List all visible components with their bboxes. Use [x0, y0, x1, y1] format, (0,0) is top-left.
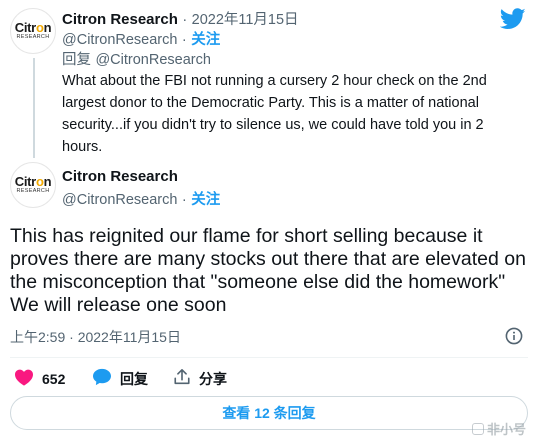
- view-replies-label: 查看 12 条回复: [222, 405, 316, 421]
- reply-tweet-header: Citron Research · 2022年11月15日: [62, 8, 299, 29]
- share-action[interactable]: 分享: [173, 368, 227, 389]
- follow-button[interactable]: 关注: [191, 192, 220, 208]
- avatar-brand-sub: RESEARCH: [16, 188, 50, 194]
- view-replies-button[interactable]: 查看 12 条回复: [10, 396, 528, 430]
- author-name[interactable]: Citron Research: [62, 11, 178, 28]
- watermark-logo-icon: [472, 422, 484, 435]
- replying-to-handle[interactable]: @CitronResearch: [95, 52, 210, 68]
- handle-separator: ·: [181, 192, 187, 208]
- heart-icon: [14, 368, 34, 389]
- avatar-brand: Citron: [14, 20, 52, 35]
- like-count: 652: [42, 370, 66, 387]
- date-separator: ·: [182, 12, 188, 28]
- main-tweet-text: This has reignited our flame for short s…: [10, 225, 526, 316]
- share-label: 分享: [199, 370, 227, 387]
- twitter-bird-icon[interactable]: [499, 8, 526, 30]
- replying-to-prefix: 回复: [62, 52, 91, 68]
- reply-action[interactable]: 回复: [92, 368, 148, 389]
- main-tweet-handle-row: @CitronResearch · 关注: [62, 188, 220, 209]
- share-icon: [173, 368, 191, 389]
- tweet-timestamp[interactable]: 上午2:59 · 2022年11月15日: [10, 327, 181, 347]
- avatar[interactable]: Citron RESEARCH: [10, 8, 56, 54]
- author-handle[interactable]: @CitronResearch: [62, 192, 177, 208]
- avatar[interactable]: Citron RESEARCH: [10, 162, 56, 208]
- reply-label: 回复: [120, 370, 148, 387]
- info-icon[interactable]: [505, 327, 523, 345]
- like-action[interactable]: 652: [14, 368, 65, 389]
- avatar-brand: Citron: [14, 174, 52, 189]
- divider: [10, 357, 528, 358]
- handle-separator: ·: [181, 32, 187, 48]
- tweet-date[interactable]: 2022年11月15日: [192, 12, 299, 28]
- watermark-text: 非小号: [487, 422, 527, 437]
- avatar-brand-sub: RESEARCH: [16, 34, 50, 40]
- author-handle[interactable]: @CitronResearch: [62, 32, 177, 48]
- author-name[interactable]: Citron Research: [62, 168, 178, 185]
- main-tweet-header: Citron Research: [62, 168, 178, 186]
- reply-tweet-handle-row: @CitronResearch · 关注: [62, 28, 220, 49]
- follow-button[interactable]: 关注: [191, 32, 220, 48]
- replying-to: 回复 @CitronResearch: [62, 48, 211, 69]
- thread-line: [33, 58, 35, 158]
- reply-tweet-text: What about the FBI not running a cursery…: [62, 73, 487, 155]
- watermark: 非小号: [472, 419, 526, 438]
- reply-bubble-icon: [92, 368, 112, 389]
